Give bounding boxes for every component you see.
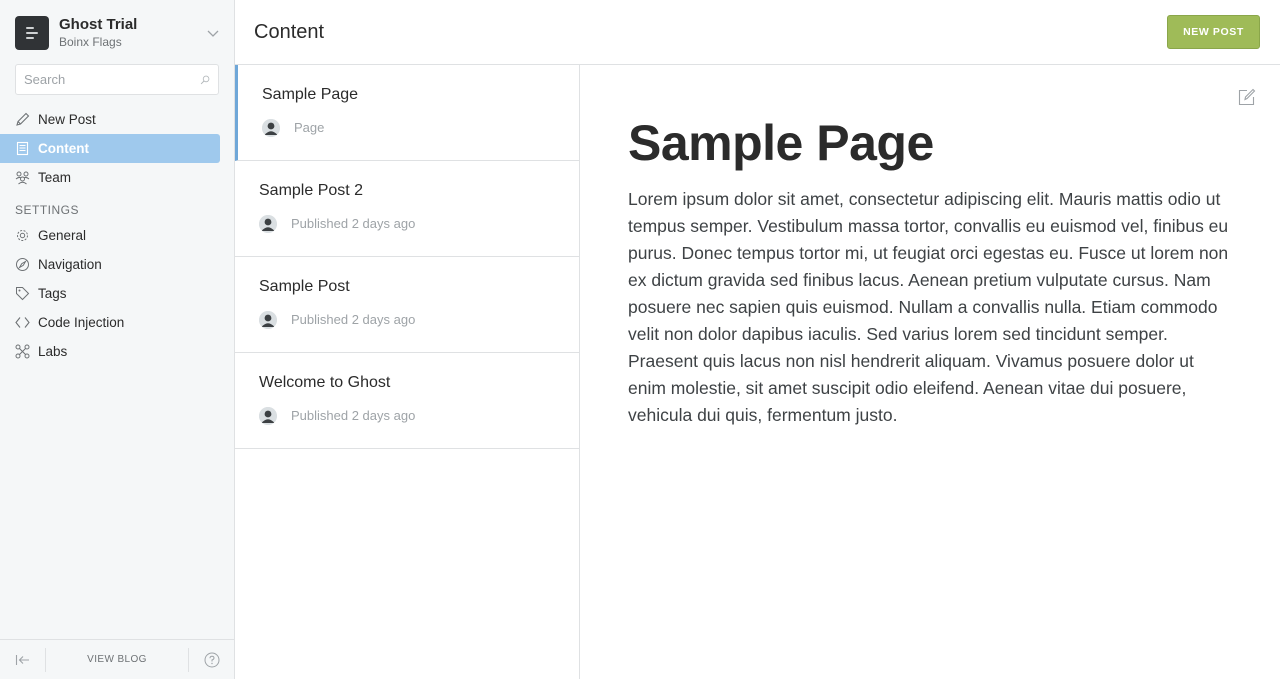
item-meta: Published 2 days ago — [259, 311, 415, 329]
avatar — [259, 407, 277, 425]
compass-icon — [16, 258, 29, 271]
item-status: Page — [294, 120, 325, 135]
nav-item-new-post[interactable]: New Post — [0, 105, 220, 134]
nav-item-label: General — [38, 228, 87, 243]
nav-item-code-injection[interactable]: Code Injection — [0, 308, 220, 337]
preview-body: Lorem ipsum dolor sit amet, consectetur … — [628, 189, 1229, 425]
nav-item-label: Content — [38, 141, 89, 156]
avatar — [262, 119, 280, 137]
content-preview: Sample Page Lorem ipsum dolor sit amet, … — [580, 65, 1280, 679]
item-meta: Published 2 days ago — [259, 407, 415, 425]
item-meta: Published 2 days ago — [259, 215, 415, 233]
search-icon — [200, 75, 210, 84]
labs-icon — [15, 344, 30, 359]
settings-heading: SETTINGS — [15, 203, 80, 217]
search-box — [15, 64, 219, 95]
nav-item-label: Code Injection — [38, 315, 125, 330]
item-title: Sample Page — [262, 86, 359, 103]
help-button[interactable] — [189, 640, 234, 679]
preview-title: Sample Page — [628, 115, 934, 171]
item-status: Published 2 days ago — [291, 312, 416, 327]
main-nav: New Post Content Team SETTINGS General N… — [0, 105, 235, 366]
new-post-button[interactable]: NEW POST — [1167, 15, 1260, 49]
view-blog-link[interactable]: VIEW BLOG — [45, 647, 189, 672]
nav-item-label: Tags — [38, 286, 67, 301]
code-icon — [15, 317, 30, 328]
nav-item-general[interactable]: General — [0, 221, 220, 250]
sidebar: Ghost Trial Boinx Flags New Post Content… — [0, 0, 235, 679]
nav-item-team[interactable]: Team — [0, 163, 220, 192]
nav-item-tags[interactable]: Tags — [0, 279, 220, 308]
item-status: Published 2 days ago — [291, 216, 416, 231]
page-title: Content — [254, 21, 325, 43]
search-input[interactable] — [24, 72, 200, 87]
content-icon — [16, 141, 29, 156]
nav-item-label: Labs — [38, 344, 68, 359]
list-item[interactable]: Sample Post 2 Published 2 days ago — [235, 161, 579, 257]
list-item[interactable]: Welcome to Ghost Published 2 days ago — [235, 353, 579, 449]
avatar — [259, 311, 277, 329]
team-icon — [15, 171, 30, 185]
collapse-icon — [15, 654, 29, 665]
sidebar-footer: VIEW BLOG — [0, 639, 234, 679]
item-title: Sample Post — [259, 278, 350, 295]
item-meta: Page — [262, 119, 324, 137]
item-title: Sample Post 2 — [259, 182, 364, 199]
top-bar: Content NEW POST — [235, 0, 1280, 65]
avatar — [259, 215, 277, 233]
collapse-sidebar-button[interactable] — [0, 640, 45, 679]
nav-item-navigation[interactable]: Navigation — [0, 250, 220, 279]
nav-item-label: Navigation — [38, 257, 102, 272]
blog-title: Ghost Trial — [59, 15, 138, 33]
gear-icon — [17, 230, 28, 241]
item-status: Published 2 days ago — [291, 408, 416, 423]
item-title: Welcome to Ghost — [259, 374, 391, 391]
nav-item-content[interactable]: Content — [0, 134, 220, 163]
nav-item-label: Team — [38, 170, 72, 185]
chevron-down-icon — [207, 30, 219, 37]
help-icon — [204, 652, 219, 667]
blog-user: Boinx Flags — [59, 34, 122, 49]
blog-menu[interactable]: Ghost Trial Boinx Flags — [15, 15, 220, 50]
blog-logo-icon — [15, 15, 49, 50]
nav-item-labs[interactable]: Labs — [0, 337, 220, 366]
tag-icon — [16, 287, 30, 301]
edit-icon[interactable] — [1238, 88, 1256, 106]
pen-icon — [16, 112, 30, 126]
list-item[interactable]: Sample Page Page — [235, 65, 579, 161]
content-list: Sample Page Page Sample Post 2 Published… — [235, 65, 580, 679]
list-item[interactable]: Sample Post Published 2 days ago — [235, 257, 579, 353]
nav-item-label: New Post — [38, 112, 96, 127]
